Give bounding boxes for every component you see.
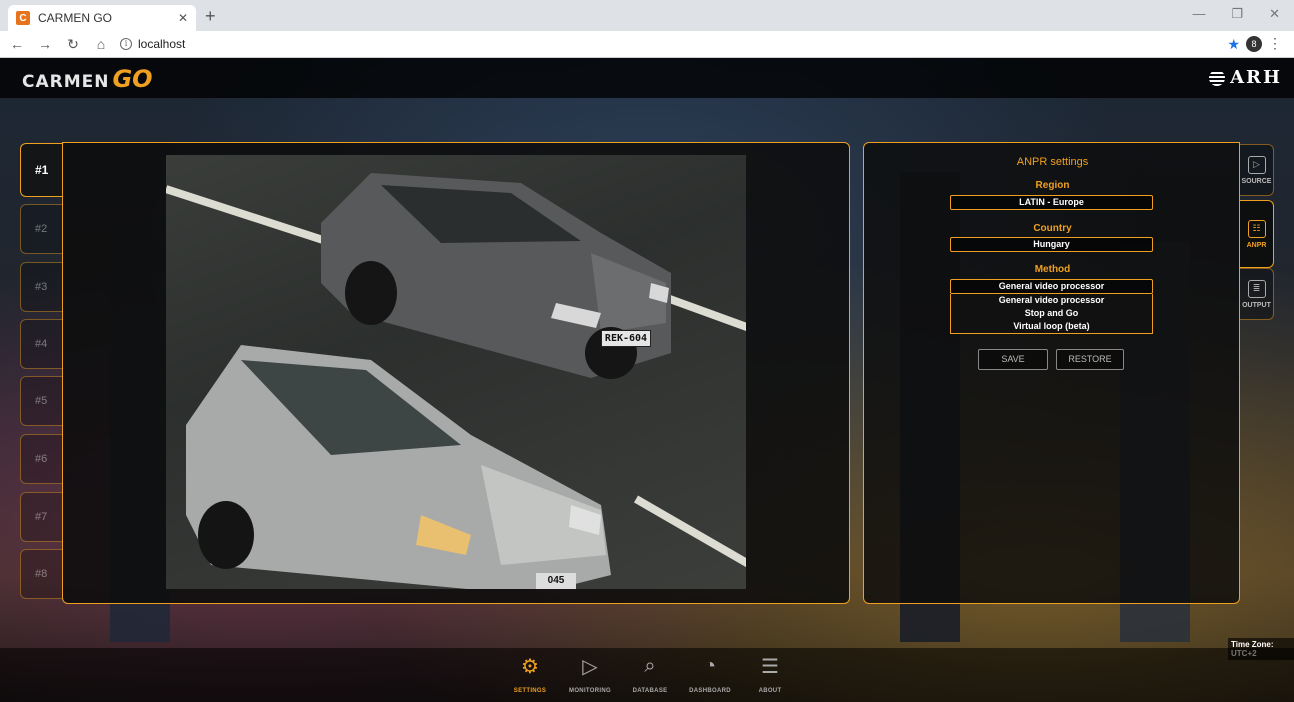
browser-menu-icon[interactable]: ⋮ — [1268, 35, 1282, 52]
nav-settings[interactable]: ⚙ SETTINGS — [502, 654, 558, 695]
about-icon: ☰ — [761, 655, 779, 678]
dashboard-icon: ◔ — [703, 654, 717, 677]
license-plate: REK-604 — [601, 330, 651, 347]
forward-arrow-icon[interactable]: → — [34, 36, 56, 52]
save-button[interactable]: SAVE — [978, 349, 1048, 370]
anpr-icon: ☷ — [1247, 219, 1266, 238]
channel-tab-1[interactable]: #1 — [20, 143, 64, 197]
country-label: Country — [1033, 223, 1072, 234]
profile-avatar[interactable]: 8 — [1246, 36, 1262, 52]
channel-tab-3[interactable]: #3 — [20, 262, 64, 312]
channel-tab-2[interactable]: #2 — [20, 204, 64, 254]
logo-carmen-text: CARMEN — [22, 72, 110, 92]
close-tab-icon[interactable]: ✕ — [178, 11, 188, 25]
video-panel: REK-604 045 — [62, 142, 850, 604]
monitoring-icon: ▷ — [582, 655, 598, 678]
car-silver-hatchback — [186, 345, 611, 589]
carmen-go-logo: CARMEN GO — [22, 65, 153, 93]
nav-database[interactable]: ⌕ DATABASE — [622, 654, 678, 695]
browser-tab-strip: C CARMEN GO ✕ + — ❐ ✕ — [0, 0, 1294, 31]
browser-tab[interactable]: C CARMEN GO ✕ — [8, 5, 196, 31]
back-arrow-icon[interactable]: ← — [6, 36, 28, 52]
carmen-go-favicon: C — [16, 11, 30, 25]
nav-label: DATABASE — [632, 688, 668, 694]
source-icon: ▷ — [1247, 155, 1266, 174]
channel-tab-5[interactable]: #5 — [20, 376, 64, 426]
nav-label: DASHBOARD — [689, 688, 731, 694]
side-tab-source[interactable]: ▷ SOURCE — [1240, 144, 1274, 196]
side-tab-label: ANPR — [1246, 241, 1267, 249]
browser-tab-title: CARMEN GO — [38, 11, 113, 25]
url-field[interactable]: i localhost — [120, 37, 185, 51]
road-marking — [634, 495, 746, 583]
region-select[interactable]: LATIN - Europe — [950, 195, 1153, 210]
logo-go-text: GO — [112, 65, 153, 93]
minimize-icon[interactable]: — — [1192, 6, 1205, 22]
app-header: CARMEN GO ARH — [0, 58, 1294, 98]
address-bar: ← → ↻ ⌂ i localhost — [0, 31, 1294, 58]
restore-icon[interactable]: ❐ — [1231, 6, 1243, 22]
arh-logo: ARH — [1209, 67, 1282, 88]
side-tab-anpr[interactable]: ☷ ANPR — [1240, 200, 1274, 268]
database-icon: ⌕ — [644, 654, 656, 677]
arh-mark-icon — [1209, 69, 1226, 86]
output-icon: ≣ — [1247, 279, 1266, 298]
channel-tab-6[interactable]: #6 — [20, 434, 64, 484]
nav-label: SETTINGS — [513, 688, 547, 694]
new-tab-icon[interactable]: + — [205, 6, 216, 27]
app-root: CARMEN GO ARH #1 #2 #3 #4 #5 #6 #7 #8 RE… — [0, 58, 1294, 702]
home-icon[interactable]: ⌂ — [90, 36, 112, 52]
nav-dashboard[interactable]: ◔ DASHBOARD — [682, 654, 738, 695]
gear-icon: ⚙ — [521, 655, 539, 678]
restore-button[interactable]: RESTORE — [1056, 349, 1124, 370]
window-controls: — ❐ ✕ — [1192, 6, 1280, 22]
nav-label: ABOUT — [758, 688, 782, 694]
info-icon[interactable]: i — [120, 38, 132, 50]
side-tab-label: SOURCE — [1241, 177, 1272, 185]
method-option[interactable]: Virtual loop (beta) — [951, 320, 1152, 333]
close-window-icon[interactable]: ✕ — [1269, 6, 1280, 22]
camera-image[interactable]: REK-604 045 — [166, 155, 746, 589]
bookmark-star-icon[interactable]: ★ — [1227, 36, 1240, 53]
nav-monitoring[interactable]: ▷ MONITORING — [562, 654, 618, 695]
side-tab-label: OUTPUT — [1242, 301, 1271, 309]
method-dropdown-list: General video processor Stop and Go Virt… — [950, 294, 1153, 334]
bottom-navigation: ⚙ SETTINGS ▷ MONITORING ⌕ DATABASE ◔ DAS… — [0, 648, 1294, 702]
region-label: Region — [1035, 180, 1070, 191]
channel-tab-7[interactable]: #7 — [20, 492, 64, 542]
license-plate: 045 — [536, 573, 576, 589]
url-text: localhost — [138, 37, 186, 51]
nav-label: MONITORING — [569, 688, 611, 694]
panel-title: ANPR settings — [1016, 156, 1089, 168]
channel-tab-4[interactable]: #4 — [20, 319, 64, 369]
channel-tab-8[interactable]: #8 — [20, 549, 64, 599]
method-label: Method — [1034, 264, 1071, 275]
arh-logo-text: ARH — [1230, 67, 1282, 88]
anpr-settings-panel: ANPR settings Region LATIN - Europe Coun… — [863, 142, 1240, 604]
nav-about[interactable]: ☰ ABOUT — [742, 654, 798, 695]
method-option[interactable]: General video processor — [951, 294, 1152, 307]
country-select[interactable]: Hungary — [950, 237, 1153, 252]
reload-icon[interactable]: ↻ — [62, 36, 84, 53]
method-select[interactable]: General video processor — [950, 279, 1153, 294]
side-tab-output[interactable]: ≣ OUTPUT — [1240, 268, 1274, 320]
method-option[interactable]: Stop and Go — [951, 307, 1152, 320]
